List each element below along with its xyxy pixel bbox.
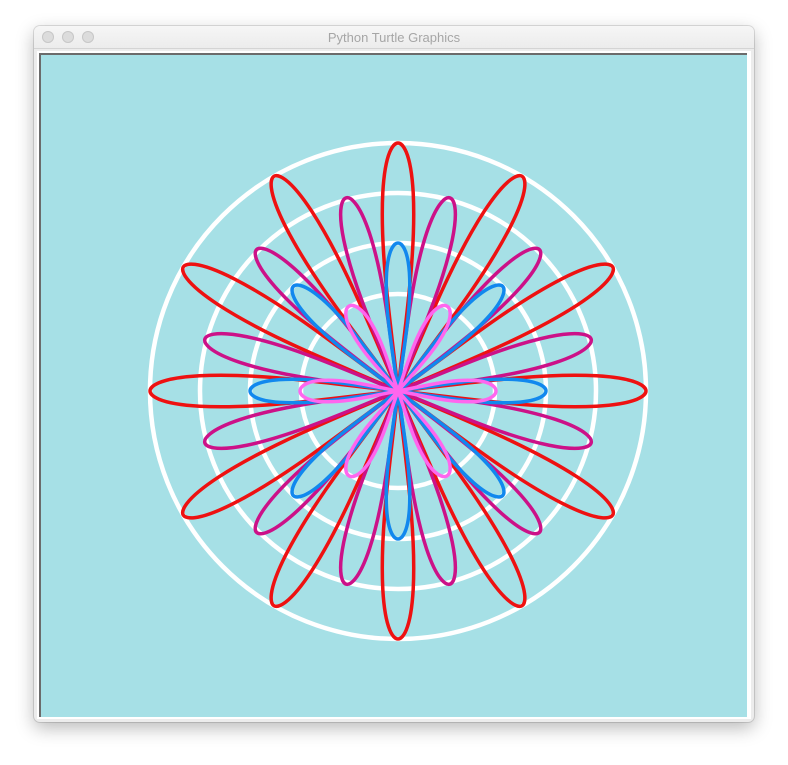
turtle-canvas[interactable]	[39, 53, 747, 717]
turtle-window: Python Turtle Graphics	[34, 26, 754, 722]
title-bar[interactable]: Python Turtle Graphics	[34, 26, 754, 49]
turtle-drawing	[41, 55, 747, 717]
canvas-frame	[37, 51, 751, 719]
window-title: Python Turtle Graphics	[327, 30, 461, 45]
